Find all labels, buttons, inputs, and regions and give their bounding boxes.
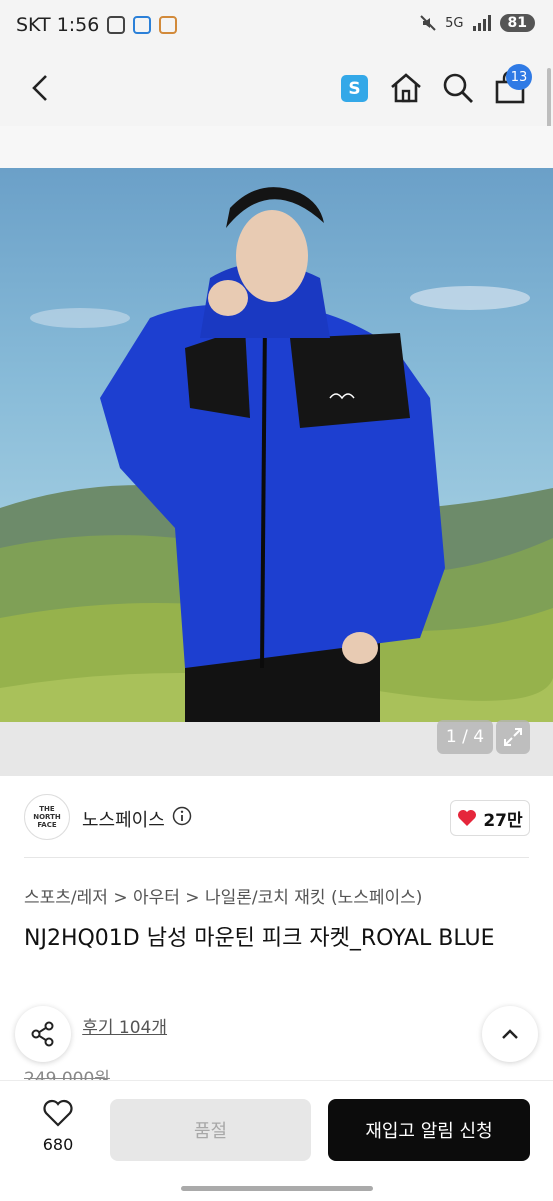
brand-like-count: 27만 [483, 810, 523, 831]
wish-button[interactable]: 680 [30, 1099, 86, 1154]
restock-alert-button[interactable]: 재입고 알림 신청 [328, 1099, 530, 1161]
review-link[interactable]: 후기 104개 [82, 1018, 167, 1038]
heart-filled-icon [458, 810, 477, 826]
back-arrow-icon[interactable] [24, 70, 60, 106]
wish-count: 680 [42, 1135, 74, 1154]
bottom-action-bar: 680 품절 재입고 알림 신청 [0, 1080, 553, 1201]
home-indicator[interactable] [181, 1186, 373, 1191]
s-app-icon[interactable]: S [341, 75, 368, 102]
scrollbar[interactable] [547, 68, 551, 130]
brand-like-button[interactable]: 27만 [450, 800, 530, 836]
mute-icon [420, 15, 436, 31]
status-right: 5G 81 [419, 14, 535, 32]
app-icon [133, 16, 152, 34]
signal-icon [472, 15, 491, 31]
screenshot-icon [107, 16, 126, 34]
divider [24, 857, 529, 858]
header-gap [0, 126, 553, 168]
home-icon[interactable] [388, 70, 424, 106]
heart-outline-icon [43, 1099, 73, 1127]
share-button[interactable] [15, 1006, 71, 1062]
status-bar: SKT 1:56 5G 81 [0, 0, 553, 52]
cart-count-badge: 13 [506, 64, 532, 90]
battery-indicator: 81 [499, 14, 535, 32]
share-icon [31, 1021, 54, 1047]
soldout-button[interactable]: 품절 [110, 1099, 311, 1161]
network-label: 5G [445, 15, 464, 31]
product-photo-illustration [0, 187, 553, 776]
product-title: NJ2HQ01D 남성 마운틴 피크 자켓_ROYAL BLUE [24, 926, 495, 951]
expand-image-button[interactable] [496, 720, 530, 754]
category-breadcrumb[interactable]: 스포츠/레저 > 아우터 > 나일론/코치 재킷 (노스페이스) [24, 883, 422, 908]
product-image[interactable] [0, 168, 553, 776]
notes-icon [159, 16, 178, 34]
scroll-top-button[interactable] [482, 1006, 538, 1062]
info-icon[interactable] [172, 806, 192, 826]
image-counter: 1 / 4 [437, 720, 493, 754]
carrier-time: SKT 1:56 [16, 14, 100, 36]
brand-name[interactable]: 노스페이스 [82, 806, 165, 832]
status-left: SKT 1:56 [16, 14, 178, 36]
brand-logo[interactable]: THE NORTH FACE [24, 794, 70, 840]
chevron-up-icon [502, 1029, 518, 1039]
brand-row: THE NORTH FACE 노스페이스 27만 [0, 790, 553, 848]
search-icon[interactable] [440, 70, 476, 106]
expand-icon [504, 728, 522, 746]
